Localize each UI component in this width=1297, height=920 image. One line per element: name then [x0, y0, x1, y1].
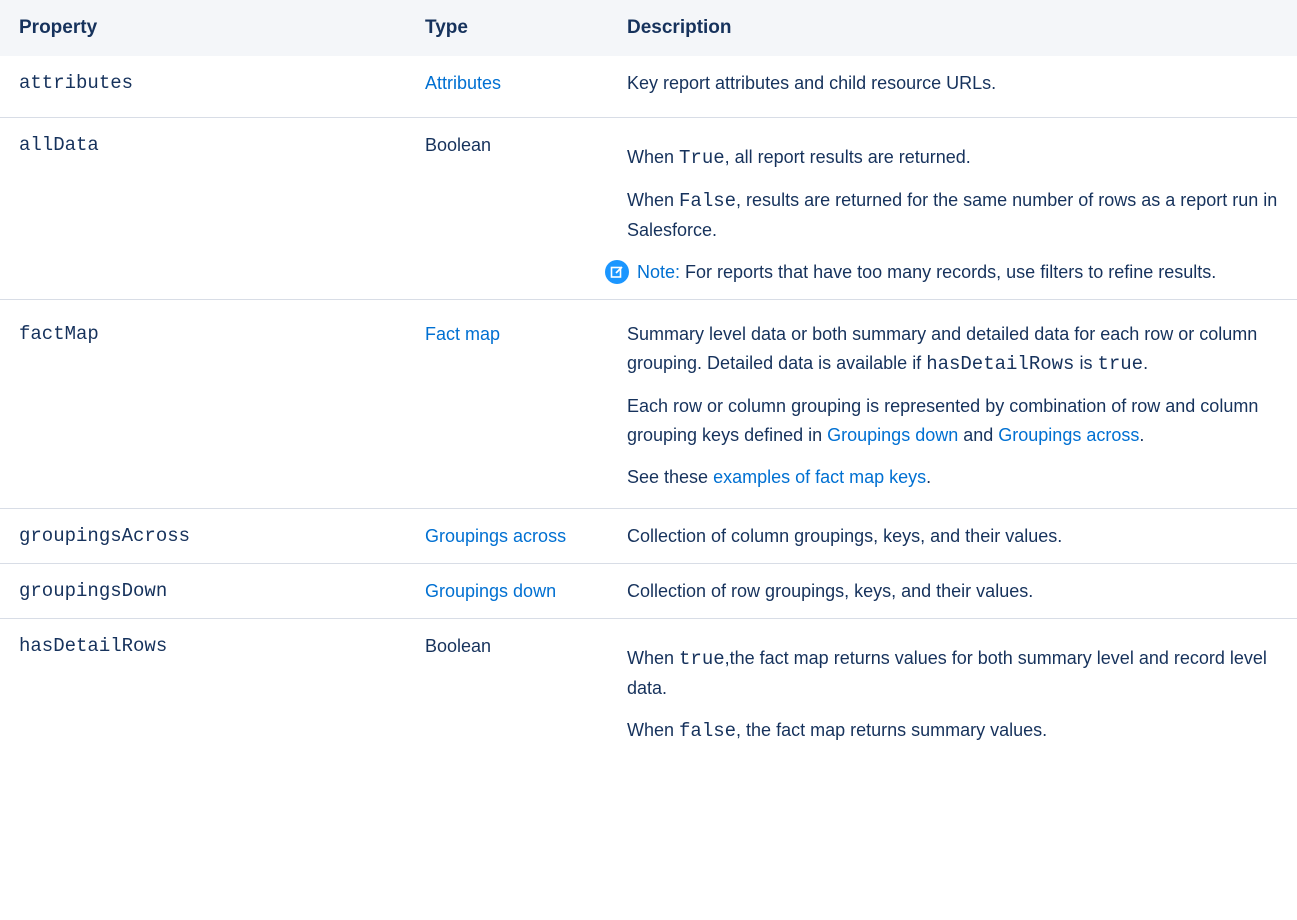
property-cell: allData [0, 117, 411, 300]
table-row: hasDetailRows Boolean When true,the fact… [0, 619, 1297, 759]
fact-map-examples-link[interactable]: examples of fact map keys [713, 467, 926, 487]
text: . [1139, 425, 1145, 445]
table-row: factMap Fact map Summary level data or b… [0, 299, 1297, 509]
description-cell: When true,the fact map returns values fo… [623, 619, 1297, 759]
text: , the fact map returns summary values. [736, 720, 1048, 740]
description-paragraph: Each row or column grouping is represent… [627, 392, 1289, 450]
type-cell: Attributes [411, 56, 623, 118]
property-cell: factMap [0, 299, 411, 509]
type-cell: Groupings down [411, 563, 623, 619]
properties-table: Property Type Description attributes Att… [0, 0, 1297, 758]
description-paragraph: When true,the fact map returns values fo… [627, 644, 1289, 703]
property-cell: groupingsAcross [0, 508, 411, 564]
property-cell: hasDetailRows [19, 635, 168, 657]
groupings-down-link[interactable]: Groupings down [827, 425, 958, 445]
property-cell: attributes [0, 56, 411, 118]
code-value: False [679, 190, 737, 212]
type-cell: Boolean [411, 117, 623, 300]
header-type: Type [411, 0, 623, 56]
text: When [627, 720, 680, 740]
code-value: false [679, 720, 737, 742]
description-paragraph: When True, all report results are return… [627, 143, 1289, 173]
type-link[interactable]: Fact map [425, 324, 500, 344]
text: When [627, 648, 680, 668]
code-value: true [679, 648, 725, 670]
text: . [1143, 353, 1149, 373]
description-paragraph: See these examples of fact map keys. [627, 463, 1289, 492]
table-header-row: Property Type Description [0, 0, 1297, 56]
note-callout: Note: For reports that have too many rec… [605, 258, 1289, 287]
description-paragraph: Summary level data or both summary and d… [627, 320, 1289, 379]
text: is [1074, 353, 1098, 373]
text: , all report results are returned. [724, 147, 971, 167]
type-link[interactable]: Groupings across [425, 526, 566, 546]
text: See these [627, 467, 714, 487]
type-cell: Fact map [411, 299, 623, 509]
text: For reports that have too many records, … [680, 262, 1217, 282]
note-label: Note: [637, 262, 681, 282]
type-cell: Groupings across [411, 508, 623, 564]
table-row: groupingsDown Groupings down Collection … [0, 563, 1297, 619]
code-value: True [679, 147, 725, 169]
description-cell: When True, all report results are return… [605, 117, 1297, 300]
note-edit-icon [605, 260, 629, 284]
code-value: true [1097, 353, 1144, 375]
table-row: allData Boolean When True, all report re… [0, 117, 1297, 300]
description-cell: Key report attributes and child resource… [623, 56, 1297, 118]
description-cell: Collection of row groupings, keys, and t… [623, 563, 1297, 619]
text: . [926, 467, 932, 487]
description-cell: Collection of column groupings, keys, an… [623, 508, 1297, 564]
header-property: Property [0, 0, 411, 56]
type-link[interactable]: Groupings down [425, 581, 556, 601]
groupings-across-link[interactable]: Groupings across [998, 425, 1139, 445]
text: When [627, 147, 680, 167]
description-paragraph: When false, the fact map returns summary… [627, 716, 1289, 746]
table-row: groupingsAcross Groupings across Collect… [0, 508, 1297, 564]
table-row: attributes Attributes Key report attribu… [0, 56, 1297, 118]
property-cell: groupingsDown [0, 563, 411, 619]
note-text: Note: For reports that have too many rec… [637, 258, 1216, 287]
text: and [958, 425, 999, 445]
code-value: hasDetailRows [926, 353, 1075, 375]
description-cell: Summary level data or both summary and d… [623, 299, 1297, 509]
text: When [627, 190, 680, 210]
type-link[interactable]: Attributes [425, 73, 501, 93]
type-cell: Boolean [425, 636, 492, 656]
header-description: Description [623, 0, 1297, 56]
description-paragraph: When False, results are returned for the… [627, 186, 1289, 245]
